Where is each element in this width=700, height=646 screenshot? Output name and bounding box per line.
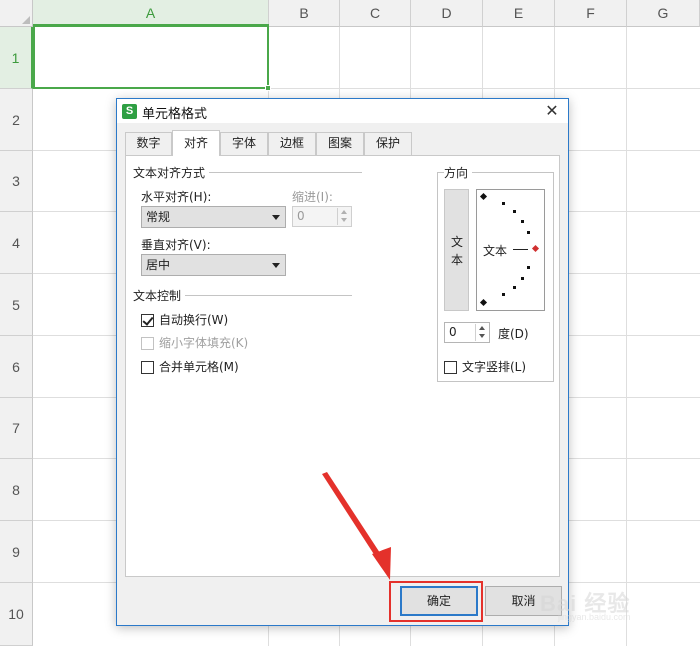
column-header-e[interactable]: E <box>483 0 555 27</box>
column-header-d[interactable]: D <box>411 0 483 27</box>
column-header-b[interactable]: B <box>269 0 340 27</box>
text-control-group-label: 文本控制 <box>133 287 186 304</box>
spin-down-icon[interactable] <box>338 217 350 225</box>
shrink-to-fit-checkbox: 缩小字体填充(K) <box>141 336 281 352</box>
checkbox-checked-icon <box>141 314 154 327</box>
chevron-down-icon <box>272 263 280 268</box>
baidu-watermark: Bai 经验 jingyan.baidu.com <box>540 580 690 625</box>
row-header-6[interactable]: 6 <box>0 336 33 398</box>
merge-cells-label: 合并单元格(M) <box>159 360 239 374</box>
orientation-group-label: 方向 <box>444 164 473 181</box>
degrees-value: 0 <box>449 325 457 339</box>
tab-protection[interactable]: 保护 <box>364 132 412 155</box>
row-header-8[interactable]: 8 <box>0 459 33 521</box>
column-header-f[interactable]: F <box>555 0 627 27</box>
tab-pattern[interactable]: 图案 <box>316 132 364 155</box>
vertical-align-select[interactable]: 居中 <box>141 254 286 276</box>
row-header-10[interactable]: 10 <box>0 583 33 646</box>
checkbox-icon <box>444 361 457 374</box>
degrees-stepper[interactable]: 0 <box>444 322 490 343</box>
row-header-2[interactable]: 2 <box>0 89 33 151</box>
row-header-7[interactable]: 7 <box>0 398 33 459</box>
row-header-3[interactable]: 3 <box>0 151 33 212</box>
dialog-title: 单元格格式 <box>142 107 208 122</box>
spin-up-icon[interactable] <box>338 208 350 216</box>
column-header-a[interactable]: A <box>33 0 269 27</box>
vertical-text-char-1: 文 <box>450 235 463 249</box>
vertical-align-value: 居中 <box>146 258 171 272</box>
tab-font[interactable]: 字体 <box>220 132 268 155</box>
merge-cells-checkbox[interactable]: 合并单元格(M) <box>141 360 281 376</box>
checkbox-icon <box>141 361 154 374</box>
orientation-dial-text: 文本 <box>483 244 508 258</box>
horizontal-align-select[interactable]: 常规 <box>141 206 286 228</box>
vertical-text-char-2: 本 <box>450 253 463 267</box>
tab-border[interactable]: 边框 <box>268 132 316 155</box>
indent-spin-buttons <box>337 208 350 225</box>
checkbox-icon <box>141 337 154 350</box>
tab-alignment[interactable]: 对齐 <box>172 130 220 156</box>
degrees-spin-buttons <box>475 324 488 341</box>
chevron-down-icon <box>272 215 280 220</box>
tab-number[interactable]: 数字 <box>125 132 172 155</box>
format-cells-dialog: S 单元格格式 ✕ 数字 对齐 字体 边框 图案 保护 文本对齐方式 水平对齐(… <box>116 98 569 626</box>
orientation-pointer <box>513 249 528 250</box>
wps-app-icon: S <box>122 104 137 119</box>
close-button[interactable]: ✕ <box>540 100 564 122</box>
vertical-text-button[interactable]: 文 本 <box>444 189 469 311</box>
horizontal-align-value: 常规 <box>146 210 171 224</box>
selected-cell-a1[interactable] <box>33 24 269 89</box>
alignment-panel: 文本对齐方式 水平对齐(H): 常规 缩进(I): 0 垂直对齐(V): 居中 … <box>125 155 560 577</box>
indent-stepper[interactable]: 0 <box>292 206 352 227</box>
row-header-4[interactable]: 4 <box>0 212 33 274</box>
row-header-1[interactable]: 1 <box>0 27 33 89</box>
spin-up-icon[interactable] <box>476 324 488 332</box>
orientation-dial[interactable]: 文本 <box>476 189 545 311</box>
column-header-c[interactable]: C <box>340 0 411 27</box>
watermark-subtext: jingyan.baidu.com <box>558 612 631 622</box>
degrees-label: 度(D) <box>498 327 529 341</box>
wrap-text-checkbox[interactable]: 自动换行(W) <box>141 313 281 329</box>
indent-value: 0 <box>297 209 305 223</box>
ok-button-highlight-box <box>389 581 483 622</box>
row-header-9[interactable]: 9 <box>0 521 33 583</box>
indent-label: 缩进(I): <box>292 190 333 204</box>
vertical-align-label: 垂直对齐(V): <box>141 238 211 252</box>
vertical-text-checkbox[interactable]: 文字竖排(L) <box>444 360 544 376</box>
wrap-text-label: 自动换行(W) <box>159 313 229 327</box>
fill-handle[interactable] <box>265 85 271 91</box>
shrink-to-fit-label: 缩小字体填充(K) <box>159 336 249 350</box>
select-all-corner[interactable] <box>0 0 33 27</box>
spin-down-icon[interactable] <box>476 333 488 341</box>
column-header-g[interactable]: G <box>627 0 700 27</box>
dialog-titlebar[interactable]: S 单元格格式 ✕ <box>117 99 568 123</box>
vertical-text-label: 文字竖排(L) <box>462 360 527 374</box>
grid-line <box>626 27 627 646</box>
text-alignment-group-label: 文本对齐方式 <box>133 164 210 181</box>
row-header-5[interactable]: 5 <box>0 274 33 336</box>
horizontal-align-label: 水平对齐(H): <box>141 190 212 204</box>
